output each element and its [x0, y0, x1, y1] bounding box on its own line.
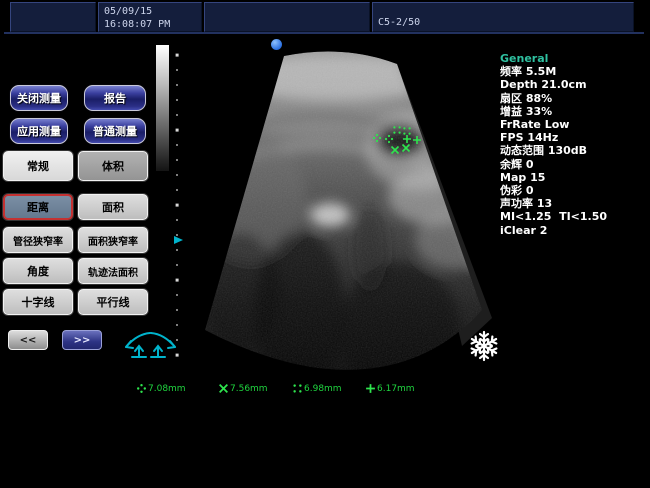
param-depth: Depth 21.0cm — [500, 78, 648, 91]
tab-general[interactable]: 常规 — [3, 151, 73, 181]
page-prev-button[interactable]: << — [8, 330, 48, 350]
param-frequency: 频率 5.5M — [500, 65, 648, 78]
result-distance-4: 6.17mm — [365, 383, 415, 394]
apply-measure-button[interactable]: 应用测量 — [10, 118, 68, 144]
dotted-cross-marker-icon — [136, 383, 147, 394]
ultrasound-console-screen: 05/09/15 16:08:07 PM C5-2/50 关闭测量 报告 应用测… — [0, 0, 650, 488]
steer-arrows-icon — [126, 333, 175, 357]
tool-angle-button[interactable]: 角度 — [3, 258, 73, 284]
page-next-button[interactable]: >> — [62, 330, 102, 350]
grayscale-bar — [156, 45, 169, 171]
close-measure-button[interactable]: 关闭测量 — [10, 85, 68, 111]
topbar-patient-box — [204, 2, 370, 32]
tab-volume[interactable]: 体积 — [78, 151, 148, 181]
param-fps: FPS 14Hz — [500, 131, 648, 144]
topbar-divider — [4, 32, 644, 34]
param-frrate: FrRate Low — [500, 118, 648, 131]
param-iclear: iClear 2 — [500, 224, 648, 237]
panel-title: General — [500, 52, 648, 65]
probe-model-text: C5-2/50 — [378, 16, 420, 29]
focus-marker-icon[interactable] — [174, 236, 183, 244]
param-mi-ti: MI<1.25 TI<1.50 — [500, 210, 648, 223]
param-pseudocolor: 伪彩 0 — [500, 184, 648, 197]
tool-distance-button[interactable]: 距离 — [3, 194, 73, 220]
depth-ruler — [176, 54, 179, 357]
probe-orientation-marker-icon — [271, 39, 282, 50]
tool-trace-area-button[interactable]: 轨迹法面积 — [78, 258, 148, 284]
param-acoustic-power: 声功率 13 — [500, 197, 648, 210]
param-gain: 增益 33% — [500, 105, 648, 118]
param-sector: 扇区 88% — [500, 92, 648, 105]
time-text: 16:08:07 PM — [104, 18, 201, 31]
result-distance-2: 7.56mm — [218, 383, 268, 394]
tool-diameter-stenosis-button[interactable]: 管径狭窄率 — [3, 227, 73, 253]
param-map: Map 15 — [500, 171, 648, 184]
topbar-datetime-box: 05/09/15 16:08:07 PM — [98, 2, 202, 32]
freeze-snowflake-icon — [470, 332, 498, 360]
dotted-x-marker-icon — [292, 383, 303, 394]
tool-parallel-lines-button[interactable]: 平行线 — [78, 289, 148, 315]
report-button[interactable]: 报告 — [84, 85, 146, 111]
general-measure-button[interactable]: 普通测量 — [84, 118, 146, 144]
result-distance-3: 6.98mm — [292, 383, 342, 394]
topbar-hospital-box — [10, 2, 96, 32]
measurement-results: 7.08mm 7.56mm 6.98mm 6.17mm — [0, 383, 650, 397]
param-persistence: 余辉 0 — [500, 158, 648, 171]
tool-area-button[interactable]: 面积 — [78, 194, 148, 220]
tool-crosshair-button[interactable]: 十字线 — [3, 289, 73, 315]
tool-area-stenosis-button[interactable]: 面积狭窄率 — [78, 227, 148, 253]
ultrasound-fan — [180, 35, 510, 402]
topbar-probe-box: C5-2/50 — [372, 2, 634, 32]
x-marker-icon — [218, 383, 229, 394]
plus-marker-icon — [365, 383, 376, 394]
date-text: 05/09/15 — [104, 5, 201, 18]
image-parameters-panel: General 频率 5.5M Depth 21.0cm 扇区 88% 增益 3… — [500, 52, 648, 237]
result-distance-1: 7.08mm — [136, 383, 186, 394]
param-dynamic-range: 动态范围 130dB — [500, 144, 648, 157]
